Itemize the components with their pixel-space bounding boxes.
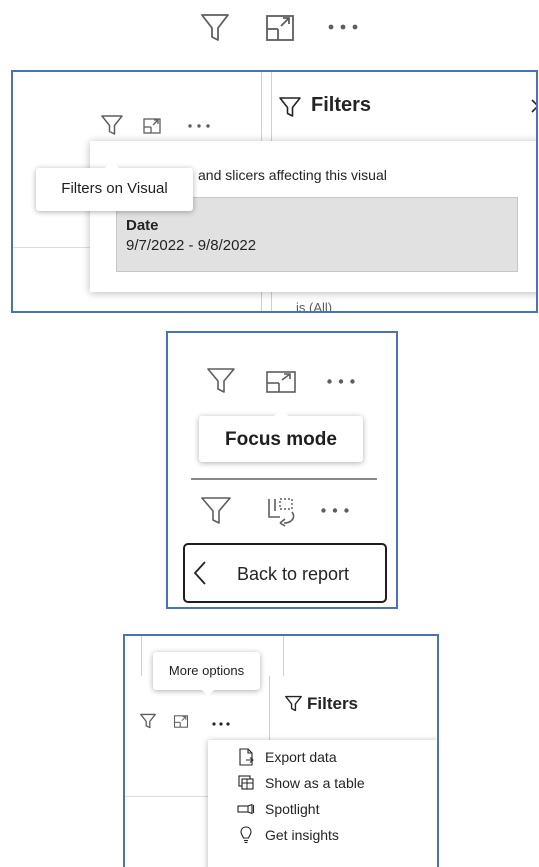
menu-item-label: Spotlight [265, 801, 320, 817]
back-to-report-icon[interactable] [266, 497, 298, 527]
more-options-icon[interactable] [188, 124, 210, 128]
menu-item-label: Export data [265, 749, 337, 765]
filter-icon[interactable] [101, 114, 123, 136]
visual-container-edge [125, 796, 215, 797]
tooltip-text: More options [168, 663, 245, 678]
focus-mode-icon[interactable] [266, 15, 294, 41]
menu-item-show-as-table[interactable]: Show as a table [208, 770, 437, 796]
filter-icon[interactable] [201, 496, 231, 524]
filter-card-field: Date [126, 217, 159, 234]
focus-mode-icon[interactable] [173, 715, 189, 728]
more-options-icon[interactable] [327, 379, 355, 384]
more-options-panel: Filters More options Export data Show as… [123, 634, 439, 867]
focus-mode-panel: Focus mode Back to report [166, 331, 398, 609]
more-options-tooltip: More options [153, 652, 260, 697]
filter-icon[interactable] [207, 367, 235, 393]
chevron-left-icon [193, 561, 207, 585]
menu-item-export-data[interactable]: Export data [208, 744, 437, 770]
filter-card-partial-text: is (All) [296, 300, 333, 313]
menu-item-spotlight[interactable]: Spotlight [208, 796, 437, 822]
filter-icon[interactable] [200, 12, 230, 42]
menu-item-label: Show as a table [265, 775, 365, 791]
back-to-report-button[interactable]: Back to report [183, 543, 387, 603]
close-icon[interactable] [530, 98, 536, 114]
toolbar-divider [191, 478, 377, 480]
filters-on-visual-tooltip: Filters on Visual [36, 160, 193, 211]
visual-header-toolbar [196, 8, 391, 48]
focus-mode-tooltip: Focus mode [199, 408, 363, 462]
tooltip-text: Focus mode [225, 429, 337, 450]
focus-mode-icon[interactable] [143, 118, 161, 134]
filter-icon[interactable] [140, 713, 156, 729]
menu-item-get-insights[interactable]: Get insights [208, 822, 437, 848]
show-as-table-icon [238, 775, 255, 791]
filters-pane-title: Filters [311, 94, 372, 116]
more-options-icon[interactable] [212, 722, 230, 726]
more-options-menu: Export data Show as a table Spotlight Ge… [208, 740, 437, 867]
filter-icon [279, 96, 301, 118]
more-options-icon[interactable] [321, 508, 349, 513]
spotlight-icon [237, 803, 255, 815]
filters-pane-title: Filters [307, 694, 359, 713]
lightbulb-icon [240, 826, 252, 844]
more-options-icon[interactable] [328, 24, 358, 30]
flyout-description: and slicers affecting this visual [198, 167, 387, 183]
filter-card-value: 9/7/2022 - 9/8/2022 [126, 237, 257, 254]
back-to-report-label: Back to report [237, 564, 350, 584]
export-data-icon [238, 748, 254, 766]
focus-mode-icon[interactable] [266, 371, 296, 393]
menu-item-label: Get insights [265, 827, 339, 843]
filters-on-visual-panel: Filters is (All) and slicers affecting t… [11, 70, 538, 313]
tooltip-text: Filters on Visual [61, 180, 168, 197]
filters-flyout: and slicers affecting this visual Date 9… [90, 141, 536, 292]
filter-icon [285, 695, 302, 712]
